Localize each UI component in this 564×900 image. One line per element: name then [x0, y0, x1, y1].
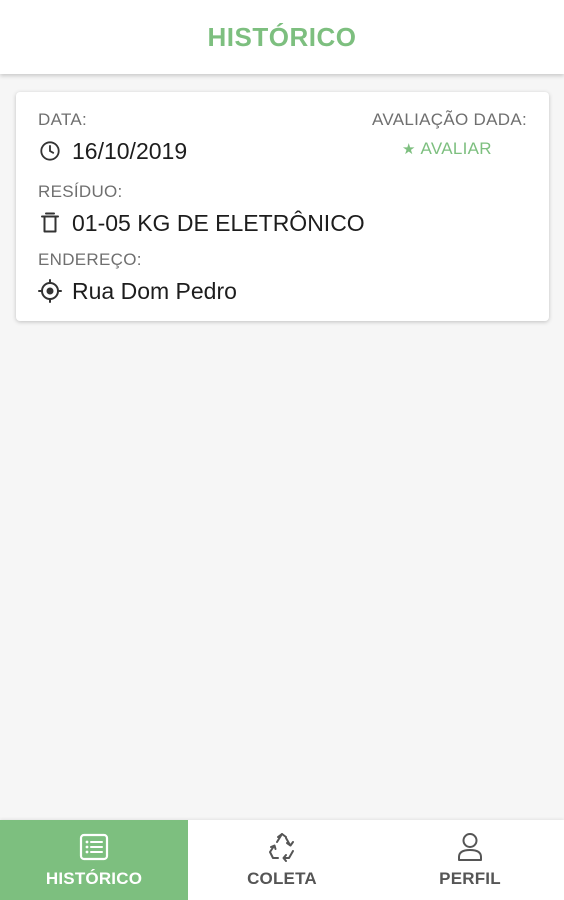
trash-icon	[38, 211, 62, 235]
nav-item-perfil[interactable]: PERFIL	[376, 820, 564, 900]
location-icon	[38, 279, 62, 303]
date-value: 16/10/2019	[72, 137, 188, 164]
clock-icon	[38, 139, 62, 163]
nav-item-coleta[interactable]: COLETA	[188, 820, 376, 900]
rating-label: AVALIAÇÃO DADA:	[371, 110, 527, 129]
address-row: Rua Dom Pedro	[38, 276, 237, 306]
nav-label-coleta: COLETA	[247, 869, 317, 888]
app-header: HISTÓRICO	[0, 0, 564, 74]
nav-label-historico: HISTÓRICO	[45, 869, 143, 888]
bottom-navigation: HISTÓRICO COLETA PERFIL	[0, 820, 564, 900]
waste-row: 01-05 KG DE ELETRÔNICO	[38, 208, 365, 238]
date-row: 16/10/2019	[38, 136, 187, 166]
address-value: Rua Dom Pedro	[72, 277, 237, 304]
rate-button[interactable]: ★ AVALIAR	[402, 139, 492, 159]
page-title: HISTÓRICO	[207, 21, 357, 52]
date-label: DATA:	[38, 110, 88, 129]
address-label: ENDEREÇO:	[38, 250, 142, 269]
waste-value: 01-05 KG DE ELETRÔNICO	[72, 209, 365, 236]
star-icon: ★	[402, 141, 416, 158]
user-icon	[454, 831, 486, 863]
list-icon	[78, 831, 110, 863]
nav-item-historico[interactable]: HISTÓRICO	[0, 820, 188, 900]
nav-label-perfil: PERFIL	[439, 869, 501, 888]
waste-label: RESÍDUO:	[38, 182, 123, 201]
recycle-icon	[266, 831, 298, 863]
rate-button-label: AVALIAR	[420, 139, 492, 158]
history-card: DATA: 16/10/2019 AVALIAÇÃO DADA: ★ AVALI…	[16, 92, 549, 321]
